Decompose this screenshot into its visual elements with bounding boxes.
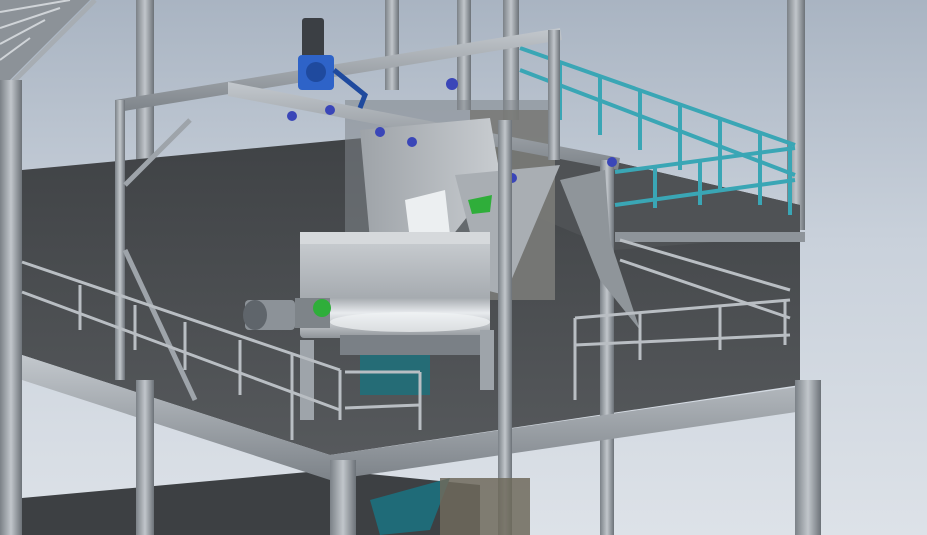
lower-mesh	[440, 478, 530, 535]
mixer-leg-r	[480, 330, 494, 390]
column-back-2	[385, 0, 399, 90]
column-front-1	[330, 460, 356, 535]
upper-deck-edge	[615, 232, 805, 242]
column-left	[0, 80, 22, 535]
mixer-leg-l	[300, 340, 314, 420]
mixer-drive	[243, 298, 331, 330]
mixer-trough-highlight	[330, 312, 490, 332]
column-front-3	[795, 380, 821, 535]
mixer-base	[340, 335, 480, 355]
mixer-lid	[300, 232, 490, 244]
column-front-2	[498, 120, 512, 535]
cad-viewport[interactable]	[0, 0, 927, 535]
column-left-lower	[136, 380, 154, 535]
plant-structure-render	[0, 0, 821, 535]
